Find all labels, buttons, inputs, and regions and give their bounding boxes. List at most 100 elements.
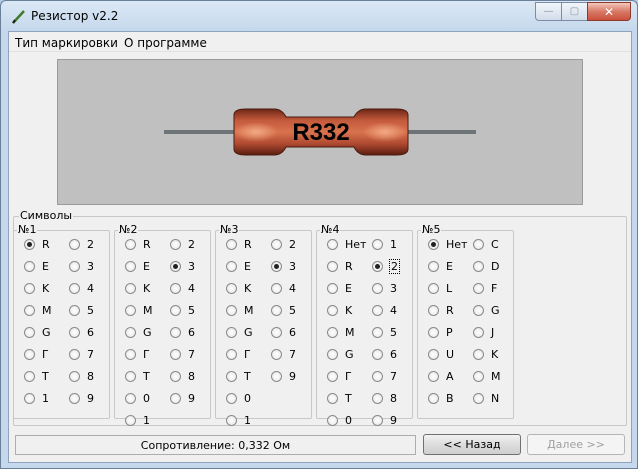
symbol-radio[interactable]: K [125,281,150,295]
symbol-radio[interactable]: L [428,281,452,295]
radio-circle-icon[interactable] [428,348,439,360]
radio-circle-icon[interactable] [125,414,136,426]
symbol-radio[interactable]: A [428,369,454,383]
symbol-radio[interactable]: 7 [170,347,195,361]
radio-circle-icon[interactable] [170,260,181,272]
symbol-radio[interactable]: R [226,237,252,251]
radio-circle-icon[interactable] [24,392,35,404]
symbol-radio[interactable]: J [473,325,494,339]
symbol-radio[interactable]: G [125,325,152,339]
symbol-radio[interactable]: E [226,259,251,273]
radio-circle-icon[interactable] [69,370,80,382]
radio-circle-icon[interactable] [170,238,181,250]
radio-circle-icon[interactable] [327,348,338,360]
radio-circle-icon[interactable] [69,326,80,338]
symbol-radio[interactable]: 7 [69,347,94,361]
symbol-radio[interactable]: F [473,281,497,295]
symbol-radio[interactable]: 9 [69,391,94,405]
symbol-radio[interactable]: 8 [69,369,94,383]
symbol-radio[interactable]: 3 [271,259,296,273]
radio-circle-icon[interactable] [372,414,383,426]
radio-circle-icon[interactable] [372,238,383,250]
radio-circle-icon[interactable] [372,370,383,382]
symbol-radio[interactable]: E [428,259,453,273]
radio-circle-icon[interactable] [428,326,439,338]
symbol-radio[interactable]: N [473,391,499,405]
symbol-radio[interactable]: K [473,347,498,361]
radio-circle-icon[interactable] [473,304,484,316]
symbol-radio[interactable]: R [125,237,151,251]
symbol-radio[interactable]: 3 [372,281,397,295]
title-bar[interactable]: Резистор v2.2 — ▢ ✕ [1,1,637,31]
radio-circle-icon[interactable] [24,260,35,272]
radio-circle-icon[interactable] [24,326,35,338]
radio-circle-icon[interactable] [125,260,136,272]
radio-circle-icon[interactable] [24,348,35,360]
radio-circle-icon[interactable] [271,370,282,382]
radio-circle-icon[interactable] [428,260,439,272]
radio-circle-icon[interactable] [327,304,338,316]
back-button[interactable]: << Назад [423,434,521,455]
menu-marking-type[interactable]: Тип маркировки [15,36,118,50]
radio-circle-icon[interactable] [170,370,181,382]
radio-circle-icon[interactable] [69,260,80,272]
symbol-radio[interactable]: 4 [372,303,397,317]
radio-circle-icon[interactable] [125,326,136,338]
symbol-radio[interactable]: 6 [372,347,397,361]
symbol-radio[interactable]: B [428,391,454,405]
symbol-radio[interactable]: D [473,259,499,273]
symbol-radio[interactable]: 1 [24,391,49,405]
radio-circle-icon[interactable] [372,348,383,360]
radio-circle-icon[interactable] [24,238,35,250]
radio-circle-icon[interactable] [271,348,282,360]
minimize-button[interactable]: — [535,2,561,21]
symbol-radio[interactable]: E [125,259,150,273]
radio-circle-icon[interactable] [327,414,338,426]
radio-circle-icon[interactable] [327,282,338,294]
symbol-radio[interactable]: 9 [372,413,397,427]
symbol-radio[interactable]: G [24,325,51,339]
symbol-radio[interactable]: T [24,369,49,383]
symbol-radio[interactable]: M [327,325,355,339]
radio-circle-icon[interactable] [125,304,136,316]
symbol-radio[interactable]: 8 [170,369,195,383]
symbol-radio[interactable]: R [327,259,353,273]
radio-circle-icon[interactable] [473,348,484,360]
radio-circle-icon[interactable] [226,304,237,316]
radio-circle-icon[interactable] [372,392,383,404]
symbol-radio[interactable]: C [473,237,499,251]
radio-circle-icon[interactable] [69,304,80,316]
radio-circle-icon[interactable] [125,348,136,360]
symbol-radio[interactable]: 7 [372,369,397,383]
symbol-radio[interactable]: 1 [125,413,150,427]
close-button[interactable]: ✕ [587,2,631,21]
radio-circle-icon[interactable] [226,238,237,250]
radio-circle-icon[interactable] [226,414,237,426]
radio-circle-icon[interactable] [226,348,237,360]
symbol-radio[interactable]: Нет [327,237,366,251]
symbol-radio[interactable]: G [327,347,354,361]
symbol-radio[interactable]: 5 [271,303,296,317]
radio-circle-icon[interactable] [473,260,484,272]
symbol-radio[interactable]: 2 [69,237,94,251]
symbol-radio[interactable]: 5 [170,303,195,317]
radio-circle-icon[interactable] [125,238,136,250]
radio-circle-icon[interactable] [428,282,439,294]
symbol-radio[interactable]: 6 [271,325,296,339]
radio-circle-icon[interactable] [372,260,383,272]
symbol-radio[interactable]: P [428,325,453,339]
radio-circle-icon[interactable] [473,370,484,382]
symbol-radio[interactable]: Нет [428,237,467,251]
symbol-radio[interactable]: 0 [125,391,150,405]
symbol-radio[interactable]: 4 [170,281,195,295]
radio-circle-icon[interactable] [125,282,136,294]
radio-circle-icon[interactable] [428,392,439,404]
radio-circle-icon[interactable] [372,282,383,294]
radio-circle-icon[interactable] [226,370,237,382]
symbol-radio[interactable]: 3 [69,259,94,273]
radio-circle-icon[interactable] [372,326,383,338]
radio-circle-icon[interactable] [69,348,80,360]
symbol-radio[interactable]: G [473,303,500,317]
radio-circle-icon[interactable] [428,370,439,382]
symbol-radio[interactable]: 7 [271,347,296,361]
